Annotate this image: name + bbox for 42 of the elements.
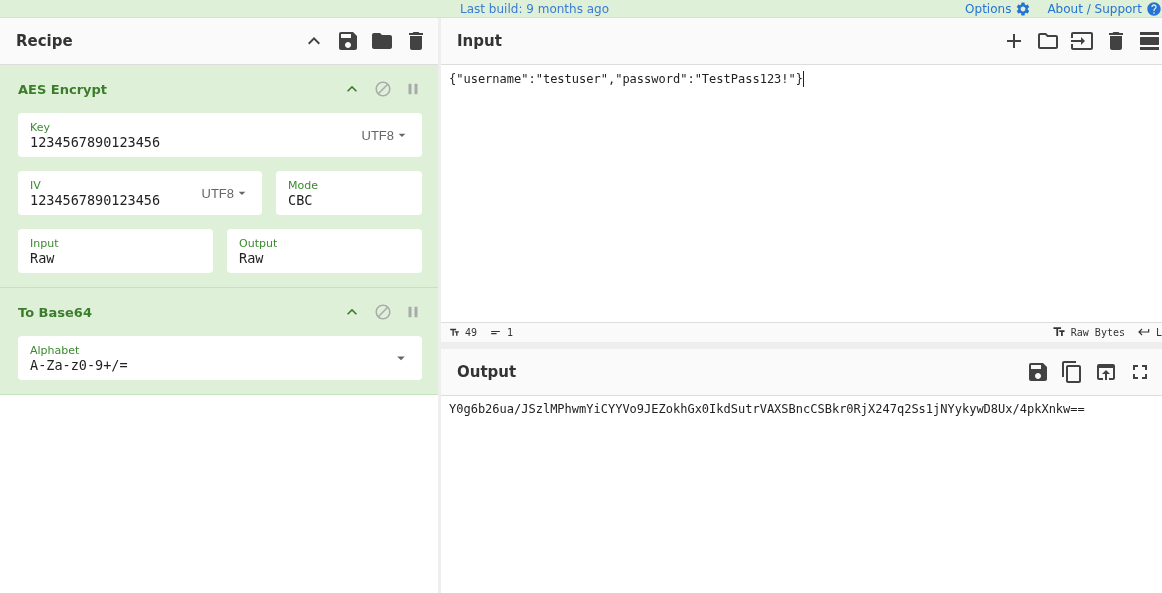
field-value: Raw <box>239 249 265 266</box>
field-value: 1234567890123456 <box>30 191 162 208</box>
field-label: IV <box>30 178 42 192</box>
save-icon[interactable] <box>336 29 360 53</box>
recipe-title: Recipe <box>16 32 74 50</box>
operation-name: AES Encrypt <box>18 81 109 97</box>
option-field[interactable]: Key 1234567890123456 UTF8 <box>18 113 422 157</box>
field-value: Raw <box>30 249 56 266</box>
field-label: Mode <box>288 178 319 192</box>
output-text: Y0g6b26ua/JSzlMPhwmYiCYYVo9JEZokhGx0IkdSutrVAXSBncCSBkr0RjX247q2Ss1jNYykywD8Ux/4pkXnkw== <box>449 401 1085 416</box>
output-title: Output <box>457 362 518 381</box>
layout-icon[interactable] <box>1138 29 1162 53</box>
encoding-dropdown[interactable]: UTF8 <box>361 127 410 143</box>
settings-icon <box>1015 0 1032 17</box>
option-field[interactable]: IV 1234567890123456 UTF8 <box>18 171 262 215</box>
field-label: Key <box>30 120 51 134</box>
option-field[interactable]: Mode CBC <box>276 171 422 215</box>
field-value: 1234567890123456 <box>30 133 162 150</box>
characters-icon <box>449 326 460 338</box>
format-text[interactable]: Raw Bytes <box>1070 326 1125 338</box>
copy-icon[interactable] <box>1060 359 1084 384</box>
field-label: Output <box>239 236 279 250</box>
field-label: Input <box>30 236 60 250</box>
option-field[interactable]: Input Raw <box>18 229 213 273</box>
banner-link[interactable]: About / Support <box>1047 0 1162 17</box>
field-value: A-Za-z0-9+/= <box>30 356 129 373</box>
eol-text[interactable]: L <box>1155 326 1162 338</box>
input-text[interactable]: {"username":"testuser","password":"TestPass123!"} <box>449 71 803 86</box>
text-format-icon[interactable] <box>1051 325 1066 339</box>
help-icon <box>1146 0 1162 17</box>
stat-value: 1 <box>507 326 514 338</box>
operation-name: To Base64 <box>18 304 93 320</box>
encoding-dropdown[interactable]: UTF8 <box>201 185 250 201</box>
input-title: Input <box>457 32 503 50</box>
import-icon[interactable] <box>1070 29 1094 53</box>
field-label: Alphabet <box>30 343 81 357</box>
banner-link[interactable]: Options <box>965 0 1032 17</box>
stat-value: 49 <box>465 326 478 338</box>
field-value: CBC <box>288 191 314 208</box>
last-build-text: Last build: 9 months ago <box>459 1 610 16</box>
option-field[interactable]: Output Raw <box>227 229 422 273</box>
option-field[interactable]: Alphabet A-Za-z0-9+/= <box>18 336 422 380</box>
